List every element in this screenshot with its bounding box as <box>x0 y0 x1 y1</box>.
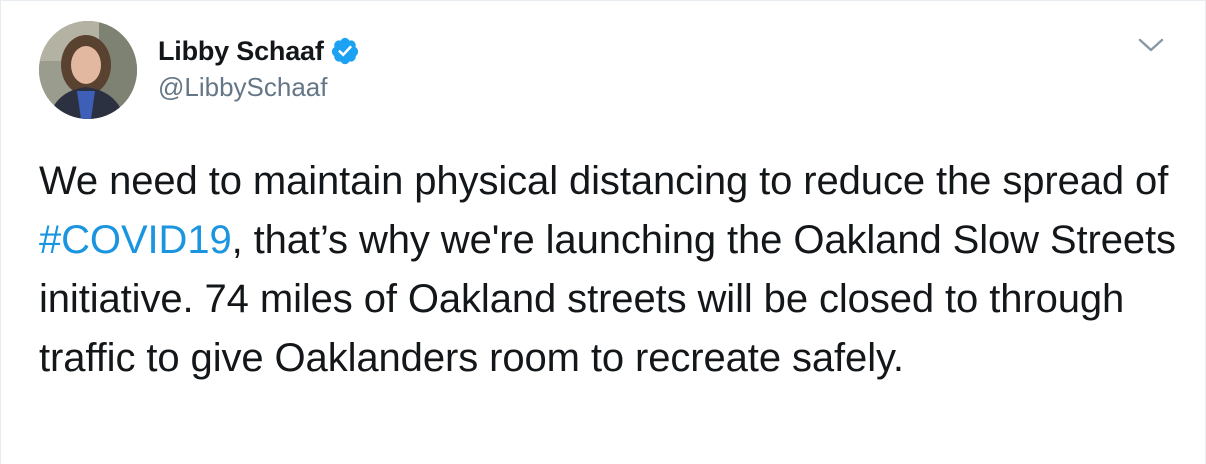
tweet-text: We need to maintain physical distancing … <box>39 152 1179 388</box>
verified-badge-icon <box>331 37 358 65</box>
chevron-down-icon[interactable] <box>1137 35 1165 55</box>
tweet-text-part-1: We need to maintain physical distancing … <box>39 159 1169 203</box>
profile-photo-icon <box>39 21 137 119</box>
avatar[interactable] <box>39 21 137 119</box>
author-display-name[interactable]: Libby Schaaf <box>158 36 324 67</box>
tweet-card: Libby Schaaf @LibbySchaaf We need to mai… <box>0 0 1206 464</box>
author-name-row: Libby Schaaf <box>158 35 360 67</box>
author-handle[interactable]: @LibbySchaaf <box>158 72 328 103</box>
hashtag-link[interactable]: #COVID19 <box>39 218 232 262</box>
